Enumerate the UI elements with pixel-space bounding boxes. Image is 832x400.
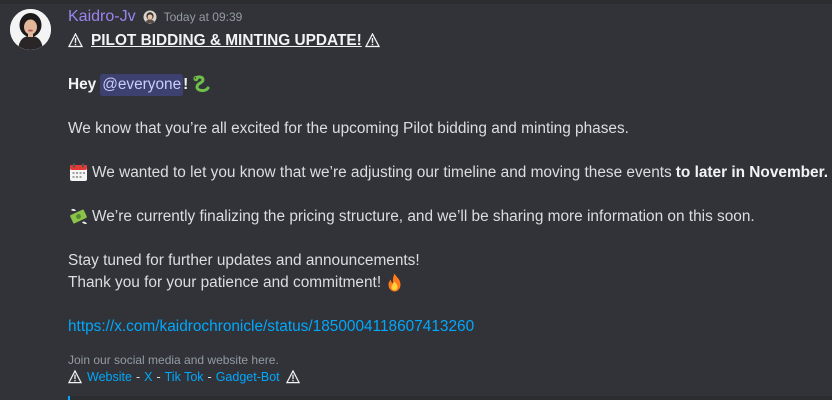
greeting-prefix: Hey xyxy=(68,76,97,93)
snake-emoji-icon[interactable] xyxy=(191,74,212,95)
paragraph-pricing: We’re currently finalizing the pricing s… xyxy=(68,206,828,228)
warning-sign-icon xyxy=(68,33,83,48)
role-badge-icon[interactable] xyxy=(143,10,157,24)
author-name[interactable]: Kaidro-Jv xyxy=(68,8,136,26)
post-link[interactable]: https://x.com/kaidrochronicle/status/185… xyxy=(68,316,474,338)
gadget-bot-link[interactable]: Gadget-Bot xyxy=(216,368,280,386)
post-link-line: https://x.com/kaidrochronicle/status/185… xyxy=(68,316,828,338)
footer-note: Join our social media and website here. xyxy=(68,353,279,367)
message-content: PILOT BIDDING & MINTING UPDATE! Hey @eve… xyxy=(68,30,828,386)
embed-preview-edge xyxy=(68,396,832,400)
warning-sign-icon xyxy=(285,370,300,384)
everyone-mention[interactable]: @everyone xyxy=(100,74,184,96)
paragraph-stay-tuned: Stay tuned for further updates and annou… xyxy=(68,252,420,269)
announcement-heading: PILOT BIDDING & MINTING UPDATE! xyxy=(68,30,828,52)
link-separator: - xyxy=(135,370,141,384)
fire-emoji-icon[interactable] xyxy=(384,272,405,293)
pricing-text: We’re currently finalizing the pricing s… xyxy=(92,208,755,225)
heading-text: PILOT BIDDING & MINTING UPDATE! xyxy=(91,32,362,49)
money-with-wings-emoji-icon[interactable] xyxy=(68,206,89,227)
top-divider xyxy=(0,0,832,4)
website-link[interactable]: Website xyxy=(87,368,132,386)
paragraph-thanks: Thank you for your patience and commitme… xyxy=(68,272,828,294)
avatar-image xyxy=(10,9,51,50)
paragraph-timeline: We wanted to let you know that we’re adj… xyxy=(68,162,828,184)
avatar[interactable] xyxy=(10,9,51,50)
paragraph-intro: We know that you’re all excited for the … xyxy=(68,120,629,137)
timeline-text: We wanted to let you know that we’re adj… xyxy=(92,164,672,181)
message-header: Kaidro-Jv Today at 09:39 xyxy=(68,7,242,27)
link-separator: - xyxy=(156,370,161,384)
greeting-suffix: ! xyxy=(183,76,189,93)
chat-message-view: Kaidro-Jv Today at 09:39 PILOT BIDDING &… xyxy=(0,0,832,400)
calendar-emoji-icon[interactable] xyxy=(68,162,89,183)
warning-sign-icon xyxy=(364,33,380,48)
thanks-text: Thank you for your patience and commitme… xyxy=(68,273,382,291)
x-link[interactable]: X xyxy=(144,368,152,386)
footer-links: Website - X - Tik Tok - Gadget-Bot xyxy=(68,368,828,386)
timeline-bold-text: to later in November. xyxy=(675,164,829,181)
greeting-line: Hey @everyone ! xyxy=(68,74,828,96)
warning-sign-icon xyxy=(68,370,82,384)
link-separator: - xyxy=(207,370,212,384)
message-timestamp[interactable]: Today at 09:39 xyxy=(164,10,243,24)
tiktok-link[interactable]: Tik Tok xyxy=(165,368,204,386)
